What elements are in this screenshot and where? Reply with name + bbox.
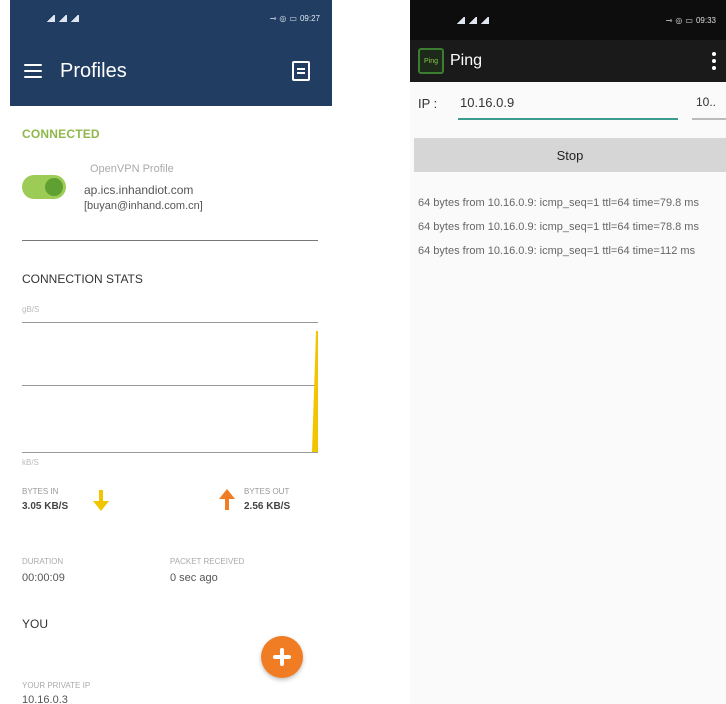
packet-received-value: 0 sec ago bbox=[170, 572, 218, 584]
overflow-menu-icon[interactable] bbox=[710, 52, 718, 70]
stop-button[interactable]: Stop bbox=[414, 138, 726, 172]
traffic-spike bbox=[312, 331, 318, 452]
vpn-profiles-screen: ⊸ ◎ ▭ 09:27 Profiles CONNECTED OpenVPN P… bbox=[10, 0, 332, 704]
wifi-icon bbox=[480, 16, 489, 24]
status-time: 09:33 bbox=[695, 15, 716, 25]
bytes-in-value: 3.05 KB/S bbox=[22, 501, 69, 512]
bytes-out-value: 2.56 KB/S bbox=[244, 501, 291, 512]
status-right-icons: ⊸ ◎ ▭ 09:27 bbox=[270, 14, 320, 23]
ping-output-line: 64 bytes from 10.16.0.9: icmp_seq=1 ttl=… bbox=[418, 221, 699, 233]
duration-label: DURATION bbox=[22, 557, 64, 566]
private-ip-label: YOUR PRIVATE IP bbox=[22, 681, 91, 690]
status-signal-icons bbox=[456, 16, 489, 24]
key-icon: ⊸ bbox=[269, 13, 277, 23]
signal-icon bbox=[468, 16, 477, 24]
arrow-up-icon bbox=[219, 489, 235, 510]
divider bbox=[22, 240, 318, 241]
bytes-in-label: BYTES IN bbox=[22, 487, 59, 496]
connection-stats-title: CONNECTION STATS bbox=[22, 272, 143, 286]
status-bar: ⊸ ◎ ▭ 09:27 bbox=[10, 0, 332, 36]
status-time: 09:27 bbox=[299, 13, 320, 23]
profile-type[interactable]: OpenVPN Profile bbox=[90, 163, 174, 175]
wifi-icon bbox=[70, 14, 79, 22]
traffic-chart: gB/S bbox=[22, 305, 318, 455]
key-icon: ⊸ bbox=[665, 15, 673, 25]
duration-value: 00:00:09 bbox=[22, 572, 65, 584]
page-title: Profiles bbox=[60, 59, 127, 82]
signal-icon bbox=[46, 14, 55, 22]
signal-icon bbox=[456, 16, 465, 24]
chart-gridline bbox=[22, 452, 318, 453]
arrow-down-icon bbox=[93, 490, 109, 511]
signal-icon bbox=[58, 14, 67, 22]
connection-toggle[interactable] bbox=[22, 175, 66, 199]
you-section-title: YOU bbox=[22, 617, 49, 631]
ip-label: IP : bbox=[418, 96, 438, 111]
chart-gridline bbox=[22, 322, 318, 323]
add-profile-button[interactable] bbox=[261, 636, 303, 678]
chart-gridline bbox=[22, 385, 318, 386]
ping-output-line: 64 bytes from 10.16.0.9: icmp_seq=1 ttl=… bbox=[418, 245, 696, 257]
private-ip-value: 10.16.0.3 bbox=[22, 694, 68, 704]
ping-output-list: 64 bytes from 10.16.0.9: icmp_seq=1 ttl=… bbox=[418, 196, 716, 268]
status-signal-icons bbox=[46, 14, 79, 22]
packet-received-label: PACKET RECEIVED bbox=[170, 557, 245, 566]
ping-screen: ⊸ ◎ ▭ 09:33 Ping Ping IP : Stop 64 bytes… bbox=[410, 0, 726, 704]
chart-unit-bottom: kB/S bbox=[22, 458, 39, 467]
app-bar: Ping Ping bbox=[410, 40, 726, 82]
chart-unit-top: gB/S bbox=[22, 305, 40, 314]
profile-host[interactable]: ap.ics.inhandiot.com bbox=[84, 183, 193, 197]
alarm-icon: ◎ bbox=[675, 15, 683, 25]
status-bar: ⊸ ◎ ▭ 09:33 bbox=[410, 0, 726, 40]
battery-icon: ▭ bbox=[289, 13, 297, 23]
page-title: Ping bbox=[450, 52, 483, 69]
alarm-icon: ◎ bbox=[279, 13, 287, 23]
app-bar: Profiles bbox=[10, 36, 332, 106]
ping-output-line: 64 bytes from 10.16.0.9: icmp_seq=1 ttl=… bbox=[418, 197, 699, 209]
battery-icon: ▭ bbox=[685, 15, 693, 25]
ping-app-icon: Ping bbox=[418, 48, 444, 74]
profile-user[interactable]: [buyan@inhand.com.cn] bbox=[84, 200, 203, 212]
status-right-icons: ⊸ ◎ ▭ 09:33 bbox=[666, 16, 716, 25]
bytes-out-label: BYTES OUT bbox=[244, 487, 290, 496]
count-input[interactable] bbox=[692, 88, 726, 120]
menu-icon[interactable] bbox=[24, 64, 42, 78]
import-profile-icon[interactable] bbox=[292, 61, 310, 81]
ip-address-input[interactable] bbox=[458, 88, 678, 120]
connection-status: CONNECTED bbox=[22, 127, 100, 141]
